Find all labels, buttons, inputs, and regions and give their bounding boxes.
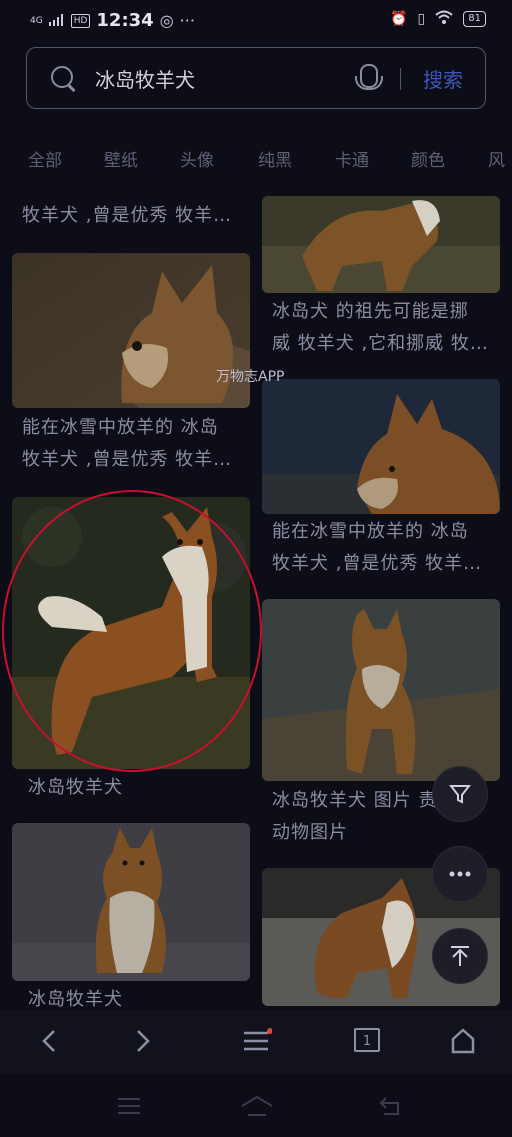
filter-button[interactable] <box>432 766 488 822</box>
tab-all[interactable]: 全部 <box>28 146 62 171</box>
filter-icon <box>449 785 471 804</box>
forward-icon <box>137 1030 150 1052</box>
back-button[interactable] <box>38 1028 60 1058</box>
result-image[interactable] <box>262 379 500 514</box>
clock: 12:34 <box>96 10 154 31</box>
home-button[interactable] <box>450 1028 476 1058</box>
system-home-icon <box>241 1095 273 1116</box>
signal-icon <box>48 11 65 30</box>
search-button[interactable]: 搜索 <box>423 64 463 93</box>
result-caption[interactable]: 牧羊犬 ,曾是优秀 牧羊… <box>22 200 232 232</box>
tabs-button[interactable]: 1 <box>354 1028 380 1052</box>
system-home-button[interactable] <box>240 1094 274 1122</box>
more-button[interactable] <box>432 846 488 902</box>
status-bar: 4G HD 12:34 ◎ ··· ⏰ ▯ 81 <box>0 0 512 40</box>
more-notifications-icon: ··· <box>179 11 195 30</box>
dog-photo <box>262 379 500 514</box>
search-divider <box>400 68 401 90</box>
dog-photo <box>262 599 500 781</box>
menu-icon <box>244 1028 273 1051</box>
result-caption[interactable]: 冰岛牧羊犬 图片 责 动物图片 <box>272 785 437 849</box>
network-type: 4G <box>30 15 43 26</box>
search-input[interactable]: 冰岛牧羊犬 <box>95 64 195 93</box>
result-image[interactable] <box>262 196 500 293</box>
recents-icon <box>118 1098 140 1114</box>
tab-color[interactable]: 颜色 <box>411 146 445 171</box>
result-caption[interactable]: 能在冰雪中放羊的 冰岛 牧羊犬 ,曾是优秀 牧羊… <box>22 412 232 476</box>
home-icon <box>451 1028 475 1054</box>
system-back-button[interactable] <box>378 1094 404 1122</box>
tab-wallpaper[interactable]: 壁纸 <box>104 146 138 171</box>
more-icon <box>449 871 471 877</box>
forward-button[interactable] <box>132 1028 154 1058</box>
dog-photo <box>262 196 500 293</box>
search-icon <box>51 66 73 88</box>
hd-badge: HD <box>70 13 91 28</box>
menu-button[interactable] <box>242 1028 273 1058</box>
wifi-icon <box>435 10 453 28</box>
result-caption[interactable]: 冰岛犬 的祖先可能是挪 威 牧羊犬 ,它和挪威 牧… <box>272 296 489 360</box>
result-caption[interactable]: 能在冰雪中放羊的 冰岛 牧羊犬 ,曾是优秀 牧羊… <box>272 516 482 580</box>
tab-style[interactable]: 风 <box>488 146 505 171</box>
highlight-circle <box>2 490 262 772</box>
category-tabs: 全部 壁纸 头像 纯黑 卡通 颜色 风 <box>0 146 512 174</box>
back-icon <box>42 1030 55 1052</box>
watermark: 万物志APP <box>216 369 285 385</box>
dog-photo <box>12 823 250 981</box>
result-image[interactable] <box>262 599 500 781</box>
tab-avatar[interactable]: 头像 <box>180 146 214 171</box>
result-caption[interactable]: 冰岛牧羊犬 <box>28 772 123 804</box>
system-back-icon <box>379 1097 399 1115</box>
vibrate-icon: ▯ <box>417 11 426 27</box>
result-caption[interactable]: 冰岛牧羊犬 <box>28 984 123 1010</box>
back-to-top-icon <box>451 946 469 966</box>
weibo-icon: ◎ <box>159 11 174 30</box>
dog-photo <box>12 253 250 408</box>
back-to-top-button[interactable] <box>432 928 488 984</box>
tab-black[interactable]: 纯黑 <box>258 146 292 171</box>
bottom-nav: 1 <box>0 1010 512 1074</box>
microphone-icon[interactable] <box>355 64 383 90</box>
alarm-icon: ⏰ <box>390 11 408 27</box>
tab-cartoon[interactable]: 卡通 <box>335 146 369 171</box>
battery-icon: 81 <box>463 11 486 27</box>
search-bar[interactable]: 冰岛牧羊犬 搜索 <box>26 47 486 109</box>
result-image[interactable] <box>12 823 250 981</box>
result-image[interactable] <box>12 253 250 408</box>
recents-button[interactable] <box>116 1096 142 1120</box>
system-nav <box>0 1074 512 1137</box>
